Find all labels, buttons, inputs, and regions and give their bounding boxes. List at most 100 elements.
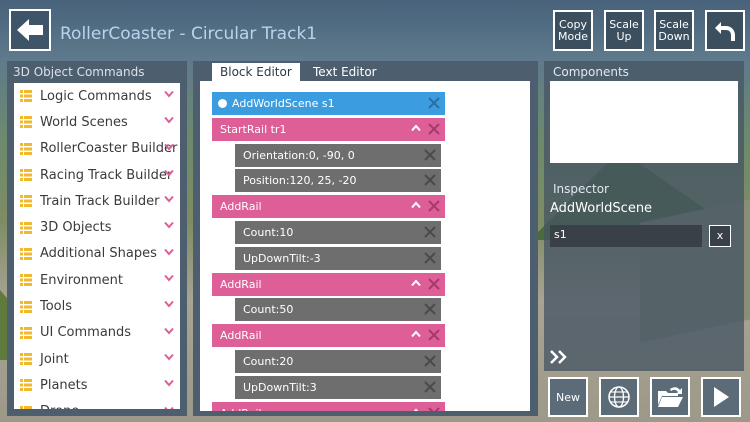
command-category-item[interactable]: Drone	[14, 399, 180, 409]
undo-icon	[715, 21, 735, 41]
close-icon[interactable]	[424, 355, 436, 367]
commands-panel-title: 3D Object Commands	[13, 65, 145, 79]
block-editor-canvas[interactable]: AddWorldScene s1 StartRail tr1 Orientation…	[200, 81, 530, 411]
chevron-up-icon[interactable]	[411, 124, 421, 132]
parameter-block[interactable]: UpDownTilt:-3	[235, 246, 441, 270]
command-category-item[interactable]: Logic Commands	[14, 83, 180, 109]
block-label: UpDownTilt:-3	[243, 251, 321, 265]
command-block[interactable]: AddRail	[212, 324, 445, 348]
chevron-down-icon[interactable]	[164, 379, 174, 387]
chevron-down-icon[interactable]	[164, 221, 174, 229]
chevron-down-icon[interactable]	[164, 327, 174, 335]
block-label: UpDownTilt:3	[243, 380, 317, 394]
command-category-item[interactable]: UI Commands	[14, 320, 180, 346]
close-icon[interactable]	[428, 406, 440, 411]
components-box[interactable]	[550, 81, 738, 163]
list-icon	[20, 169, 32, 182]
scale-down-button[interactable]: Scale Down	[654, 10, 694, 51]
chevron-down-icon[interactable]	[164, 300, 174, 308]
chevron-down-icon[interactable]	[164, 353, 174, 361]
chevron-up-icon[interactable]	[411, 408, 421, 411]
list-icon	[20, 142, 32, 155]
command-category-label: RollerCoaster Builder	[40, 141, 178, 157]
world-button[interactable]	[599, 377, 639, 417]
command-block[interactable]: AddRail	[212, 195, 445, 219]
close-icon[interactable]	[424, 174, 436, 187]
close-icon[interactable]	[424, 303, 436, 316]
chevron-down-icon[interactable]	[164, 195, 174, 203]
top-bar: RollerCoaster - Circular Track1 Copy Mod…	[0, 0, 750, 70]
double-chevron-right-icon[interactable]	[549, 349, 569, 365]
parameter-block[interactable]: UpDownTilt:3	[235, 375, 441, 399]
list-icon	[20, 353, 32, 366]
list-icon	[20, 274, 32, 287]
parameter-block[interactable]: Count:20	[235, 350, 441, 373]
list-icon	[20, 90, 32, 103]
command-category-item[interactable]: 3D Objects	[14, 214, 180, 240]
command-category-item[interactable]: Racing Track Builder	[14, 162, 180, 188]
close-icon[interactable]	[424, 226, 436, 238]
block-label: AddRail	[220, 200, 262, 214]
command-category-label: Tools	[40, 299, 73, 315]
command-category-item[interactable]: Tools	[14, 293, 180, 319]
close-icon[interactable]	[428, 200, 440, 212]
parameter-block[interactable]: Count:50	[235, 298, 441, 322]
scale-up-button[interactable]: Scale Up	[604, 10, 644, 51]
command-category-label: Additional Shapes	[40, 246, 157, 262]
close-icon[interactable]	[428, 329, 440, 341]
command-category-item[interactable]: Train Track Builder	[14, 188, 180, 214]
close-icon[interactable]	[424, 252, 436, 264]
chevron-down-icon[interactable]	[164, 274, 174, 282]
command-category-item[interactable]: Environment	[14, 267, 180, 293]
parameter-block[interactable]: Orientation:0, -90, 0	[235, 143, 441, 167]
command-category-item[interactable]: Additional Shapes	[14, 241, 180, 267]
parameter-block[interactable]: Count:10	[235, 221, 441, 244]
command-block[interactable]: StartRail tr1	[212, 117, 445, 141]
inspector-name: AddWorldScene	[550, 201, 653, 216]
close-icon[interactable]	[428, 277, 440, 290]
command-category-label: Environment	[40, 272, 124, 288]
command-category-label: Joint	[40, 351, 69, 367]
scene-block[interactable]: AddWorldScene s1	[212, 92, 445, 115]
close-icon[interactable]	[424, 148, 436, 161]
block-dot-icon	[218, 99, 227, 108]
chevron-down-icon[interactable]	[164, 116, 174, 124]
command-category-item[interactable]: Joint	[14, 346, 180, 372]
command-category-list[interactable]: Logic Commands World Scenes RollerCoaster …	[14, 83, 180, 409]
command-block[interactable]: AddRail	[212, 272, 445, 296]
chevron-down-icon[interactable]	[164, 143, 174, 151]
command-category-label: Racing Track Builder	[40, 167, 173, 183]
chevron-up-icon[interactable]	[411, 330, 421, 338]
command-category-item[interactable]: Planets	[14, 372, 180, 398]
back-button[interactable]	[9, 9, 51, 51]
inspector-value-field[interactable]: s1	[550, 225, 702, 247]
block-label: Count:20	[243, 355, 294, 368]
close-icon[interactable]	[428, 97, 440, 109]
command-category-item[interactable]: World Scenes	[14, 109, 180, 135]
list-icon	[20, 405, 32, 409]
editor-panel: Block Editor Text Editor AddWorldScene s…	[193, 61, 538, 416]
tab-text-editor[interactable]: Text Editor	[305, 63, 385, 81]
command-block[interactable]: AddRail	[212, 401, 445, 411]
close-icon[interactable]	[428, 123, 440, 135]
chevron-down-icon[interactable]	[164, 90, 174, 98]
new-button[interactable]: New	[548, 377, 588, 417]
side-panel: Components Inspector AddWorldScene s1 x	[544, 61, 744, 371]
tab-block-editor[interactable]: Block Editor	[212, 63, 300, 81]
command-category-label: Planets	[40, 377, 88, 393]
parameter-block[interactable]: Position:120, 25, -20	[235, 169, 441, 193]
close-icon[interactable]	[424, 381, 436, 393]
copy-mode-button[interactable]: Copy Mode	[553, 10, 593, 51]
block-label: Position:120, 25, -20	[243, 174, 357, 188]
command-category-item[interactable]: RollerCoaster Builder	[14, 136, 180, 162]
commands-panel: 3D Object Commands Logic Commands World S…	[7, 61, 187, 416]
chevron-down-icon[interactable]	[164, 406, 174, 409]
run-button[interactable]	[701, 377, 741, 417]
open-file-button[interactable]	[650, 377, 690, 417]
inspector-clear-button[interactable]: x	[709, 225, 731, 247]
chevron-up-icon[interactable]	[411, 201, 421, 209]
chevron-down-icon[interactable]	[164, 248, 174, 256]
chevron-down-icon[interactable]	[164, 169, 174, 177]
chevron-up-icon[interactable]	[411, 279, 421, 287]
undo-button[interactable]	[705, 10, 745, 51]
